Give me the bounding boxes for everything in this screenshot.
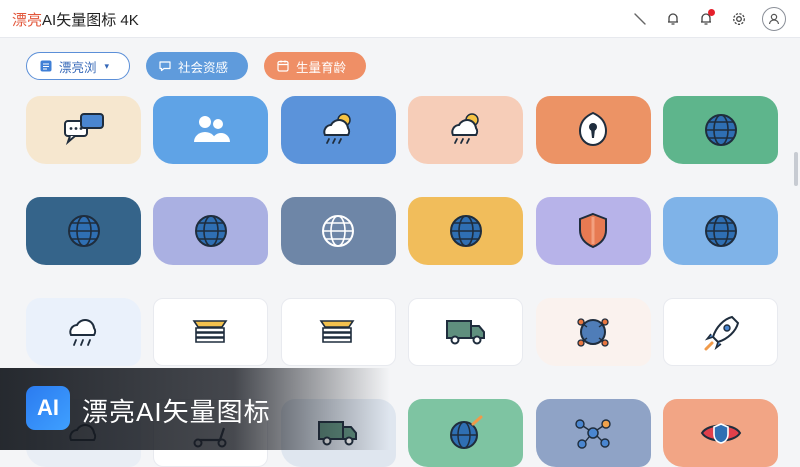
icon-tile[interactable] [153,96,269,164]
gear-icon[interactable] [729,9,749,29]
globe-icon [704,114,737,146]
globe-white-icon [322,215,355,247]
icon-tile[interactable] [663,197,778,265]
filter-chip-label: 漂亮浏 [59,60,97,75]
icon-tile[interactable] [26,298,141,366]
filter-bar: 漂亮浏 ▾ 社会资感 生量育龄 [26,52,366,80]
users-icon [193,116,230,142]
icon-tile[interactable] [280,96,396,164]
rocket-icon [704,315,739,351]
icon-tile[interactable] [408,399,524,467]
icon-tile[interactable] [26,96,141,164]
filter-chip-app[interactable]: 漂亮浏 ▾ [26,52,130,80]
icon-tile[interactable] [663,399,778,467]
icon-tile[interactable] [408,298,524,366]
icon-tile[interactable] [663,298,778,366]
filter-chip-life[interactable]: 生量育龄 [264,52,366,80]
filter-chip-label: 社会资感 [178,60,229,75]
icon-tile[interactable] [535,96,651,164]
slash-icon[interactable] [630,9,650,29]
icon-tile[interactable] [535,298,651,366]
cloud-rain-icon [68,319,96,346]
globe-icon [449,215,482,247]
watermark-text: 漂亮AI矢量图标 [82,397,271,427]
chat-bubbles-icon [63,113,104,146]
keyhole-badge-icon [579,111,608,147]
icon-tile[interactable] [26,197,141,265]
stacked-papers-icon [192,320,228,343]
network-globe-icon [577,318,609,347]
top-icons [630,6,786,32]
icon-tile[interactable] [153,298,269,366]
icon-tile[interactable] [408,96,524,164]
icon-tile[interactable] [280,298,396,366]
app-icon [40,60,52,72]
stacked-papers-icon [319,320,355,343]
network-icon [575,419,611,449]
app-title: 漂亮AI矢量图标 4K [12,9,139,30]
notification-dot [708,9,715,16]
top-bar: 漂亮AI矢量图标 4K [0,0,800,38]
icon-tile[interactable] [535,197,651,265]
sun-cloud-rain-icon [451,113,479,144]
chevron-down-icon: ▾ [104,60,110,71]
globe-rocket-icon [449,415,483,449]
icon-tile[interactable] [280,197,396,265]
globe-icon [67,215,100,247]
scrollbar[interactable] [794,152,798,186]
avatar-icon[interactable] [762,7,786,31]
filter-chip-label: 生量育龄 [296,60,347,75]
chat-icon [159,61,171,72]
bell-notification-icon[interactable] [696,9,716,29]
truck-icon [445,320,485,345]
eye-shield-icon [700,423,741,444]
sun-cloud-rain-icon [323,113,352,144]
shield-icon [579,212,608,249]
calendar-icon [277,60,289,72]
icon-tile[interactable] [408,197,524,265]
app-title-text: AI矢量图标 4K [42,12,139,29]
watermark-logo: AI [26,386,70,430]
globe-icon [704,215,737,247]
bell-icon[interactable] [663,9,683,29]
icon-tile[interactable] [535,399,651,467]
icon-tile[interactable] [153,197,269,265]
filter-chip-social[interactable]: 社会资感 [146,52,248,80]
app-brand: 漂亮 [12,12,43,29]
icon-tile[interactable] [663,96,778,164]
globe-icon [194,215,227,247]
